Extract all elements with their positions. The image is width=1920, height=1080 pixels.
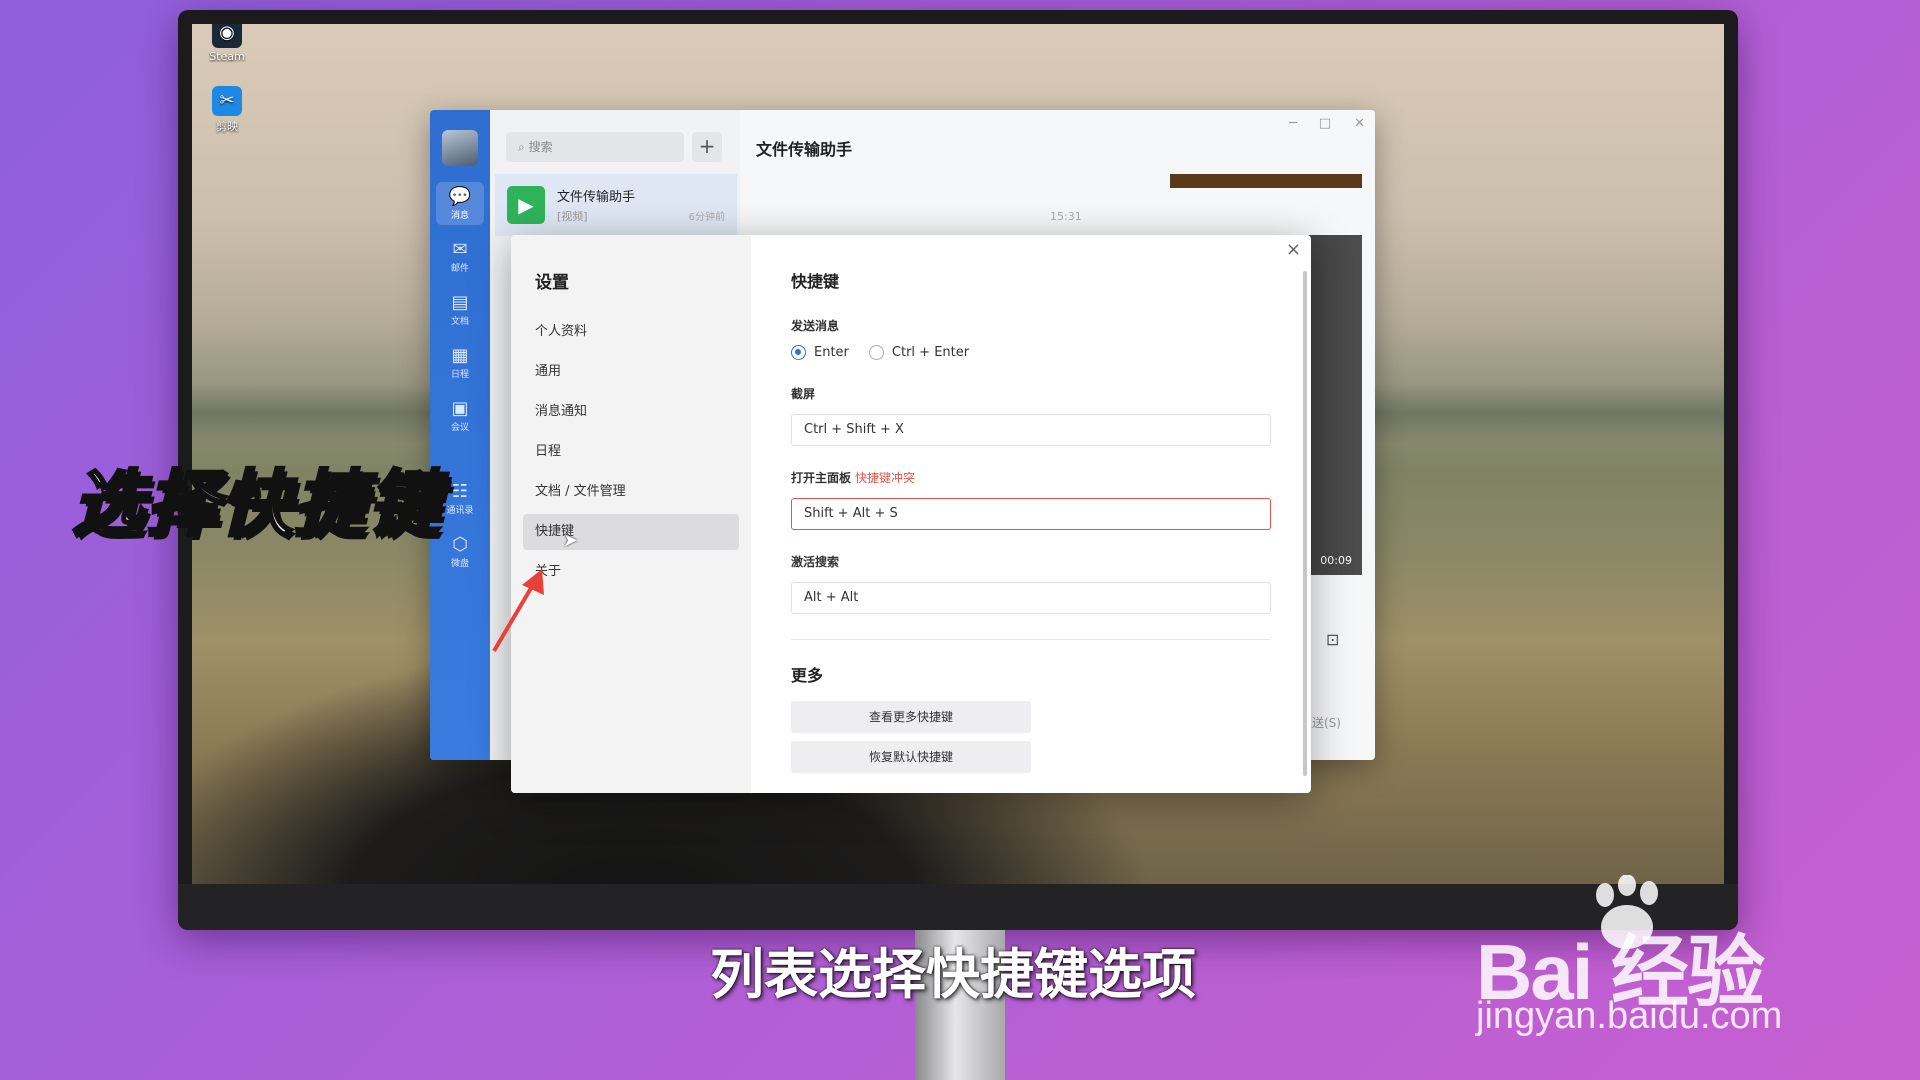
maximize-icon[interactable]: □ <box>1319 116 1331 131</box>
mail-icon: ✉ <box>452 239 468 260</box>
contacts-icon: ☷ <box>451 481 469 502</box>
video-duration: 00:09 <box>1320 554 1352 567</box>
chat-item-file-transfer[interactable]: ▶ 文件传输助手 [视频] 6分钟前 <box>495 174 737 236</box>
send-message-label: 发送消息 <box>791 319 840 333</box>
screenshot-icon[interactable]: ⊡ <box>1326 630 1339 649</box>
video-thumbnail[interactable] <box>1170 174 1362 188</box>
restore-default-shortcuts-button[interactable]: 恢复默认快捷键 <box>791 741 1031 773</box>
dialog-close-button[interactable]: × <box>1286 239 1301 260</box>
avatar[interactable] <box>442 130 478 166</box>
nav-item-shortcuts[interactable]: 快捷键 <box>523 514 739 550</box>
watermark-url: jingyan.baidu.com <box>1476 995 1783 1037</box>
chat-item-preview: [视频] <box>557 210 588 223</box>
scrollbar[interactable] <box>1303 271 1307 776</box>
pointer-arrow-icon <box>492 569 544 653</box>
message-timestamp: 15:31 <box>1050 210 1082 223</box>
search-input[interactable]: ⌕ 搜索 <box>506 132 684 162</box>
rail-item-label: 文档 <box>450 317 469 327</box>
rail-item-label: 邮件 <box>450 264 469 274</box>
rail-item-meeting[interactable]: ▣ 会议 <box>436 394 484 437</box>
rail-item-contacts[interactable]: ☷ 通讯录 <box>436 477 484 520</box>
minimize-icon[interactable]: ─ <box>1289 116 1297 131</box>
screenshot-shortcut-field[interactable]: Ctrl + Shift + X <box>791 414 1271 446</box>
add-button[interactable]: + <box>692 132 722 162</box>
divider <box>791 639 1271 640</box>
nav-item-files[interactable]: 文档 / 文件管理 <box>523 474 739 510</box>
close-icon[interactable]: ✕ <box>1354 116 1365 131</box>
screenshot-label: 截屏 <box>791 387 816 401</box>
rail-item-label: 通讯录 <box>446 506 474 516</box>
rail-item-docs[interactable]: ▤ 文档 <box>436 288 484 331</box>
desktop-icon-steam[interactable]: ◉ Steam <box>192 24 262 63</box>
nav-item-calendar[interactable]: 日程 <box>523 434 739 470</box>
rail-item-label: 消息 <box>450 211 469 221</box>
subtitle: 列表选择快捷键选项 <box>710 943 1196 1006</box>
search-placeholder: 搜索 <box>528 140 553 154</box>
rail-item-messages[interactable]: 💬 消息 <box>436 182 484 225</box>
more-heading: 更多 <box>791 666 824 685</box>
open-panel-shortcut-field[interactable]: Shift + Alt + S <box>791 498 1271 530</box>
meeting-icon: ▣ <box>451 398 469 419</box>
radio-enter-label: Enter <box>814 345 849 360</box>
rail-item-label: 日程 <box>450 370 469 380</box>
desktop-icon-label: Steam <box>209 50 245 63</box>
desktop-icon-jianying[interactable]: ✂ 剪映 <box>192 86 262 134</box>
desktop-icon-label: 剪映 <box>216 120 238 133</box>
open-panel-label-text: 打开主面板 <box>791 471 852 485</box>
nav-item-profile[interactable]: 个人资料 <box>523 314 739 350</box>
settings-title: 设置 <box>535 273 569 293</box>
settings-dialog: 设置 个人资料 通用 消息通知 日程 文档 / 文件管理 快捷键 关于 × 快捷… <box>511 235 1311 793</box>
search-icon: ⌕ <box>518 140 525 154</box>
nav-rail: 💬 消息 ✉ 邮件 ▤ 文档 ▦ 日程 ▣ 会议 ☷ 通讯录 ⬡ 微盘 <box>430 110 490 760</box>
steam-icon: ◉ <box>212 24 242 48</box>
tutorial-caption: 选择快捷键 <box>70 461 443 548</box>
shortcut-settings: 快捷键 发送消息 Enter Ctrl + Enter 截屏 Ctrl + Sh… <box>791 235 1271 793</box>
send-options: Enter Ctrl + Enter <box>791 345 989 360</box>
chat-icon: 💬 <box>448 186 472 207</box>
chat-item-time: 6分钟前 <box>688 212 725 223</box>
activate-search-shortcut-field[interactable]: Alt + Alt <box>791 582 1271 614</box>
rail-item-calendar[interactable]: ▦ 日程 <box>436 341 484 384</box>
drive-icon: ⬡ <box>452 534 468 555</box>
chat-title: 文件传输助手 <box>756 140 853 159</box>
chat-item-name: 文件传输助手 <box>557 190 636 205</box>
rail-item-drive[interactable]: ⬡ 微盘 <box>436 530 484 573</box>
folder-icon: ▶ <box>507 186 545 224</box>
rail-item-label: 微盘 <box>450 559 469 569</box>
settings-nav: 设置 个人资料 通用 消息通知 日程 文档 / 文件管理 快捷键 关于 <box>511 235 751 793</box>
doc-icon: ▤ <box>451 292 469 313</box>
nav-item-about[interactable]: 关于 <box>523 554 739 590</box>
view-more-shortcuts-button[interactable]: 查看更多快捷键 <box>791 701 1031 733</box>
radio-ctrl-enter[interactable] <box>868 345 884 360</box>
open-panel-label: 打开主面板 快捷键冲突 <box>791 469 915 486</box>
radio-ctrl-enter-label: Ctrl + Enter <box>891 345 970 360</box>
activate-search-label: 激活搜索 <box>791 555 840 569</box>
calendar-icon: ▦ <box>451 345 469 366</box>
radio-enter[interactable] <box>791 345 806 360</box>
mouse-cursor-icon: ➤ <box>563 530 579 551</box>
conflict-warning: 快捷键冲突 <box>855 471 916 485</box>
section-heading: 快捷键 <box>791 272 840 291</box>
jianying-icon: ✂ <box>212 86 242 116</box>
rail-item-mail[interactable]: ✉ 邮件 <box>436 235 484 278</box>
nav-item-notifications[interactable]: 消息通知 <box>523 394 739 430</box>
rail-item-label: 会议 <box>450 423 469 433</box>
nav-item-general[interactable]: 通用 <box>523 354 739 390</box>
